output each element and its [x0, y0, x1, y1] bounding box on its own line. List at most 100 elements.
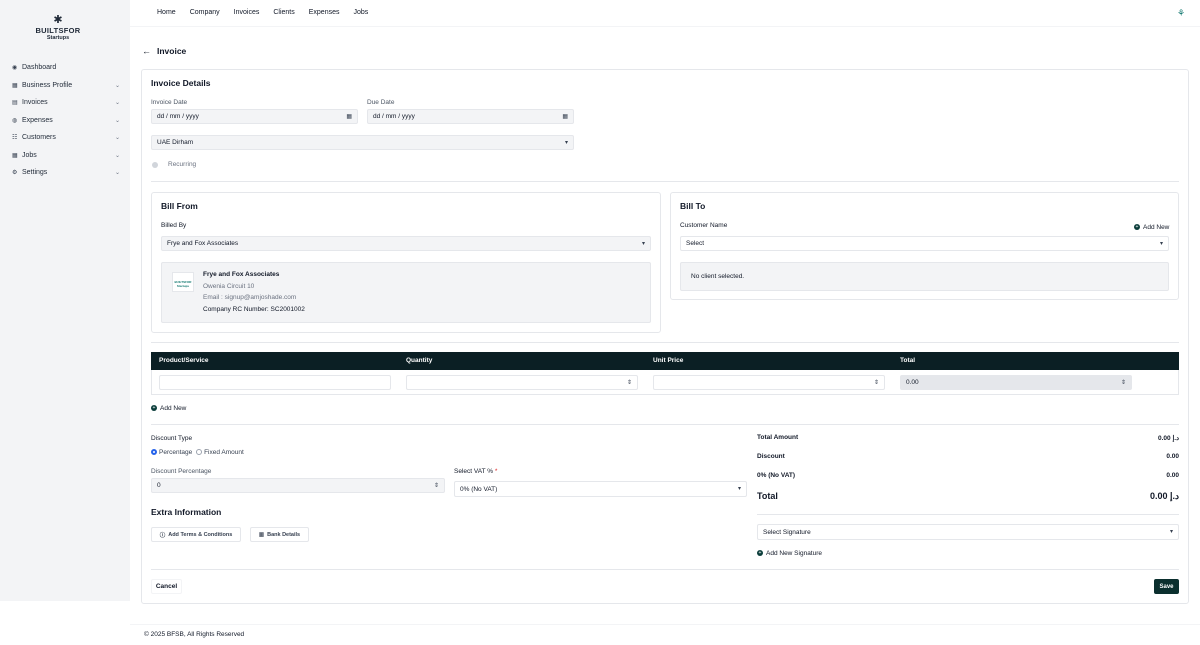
- bill-to-title: Bill To: [680, 201, 706, 211]
- brand-star-icon: ✱: [53, 14, 63, 26]
- bank-details-label: Bank Details: [267, 531, 301, 538]
- company-info-box: BUILTSFOR Startups Frye and Fox Associat…: [161, 262, 651, 323]
- vat-select[interactable]: 0% (No VAT) ▾: [454, 481, 747, 497]
- grand-total-value: 0.00 د.إ: [1149, 491, 1179, 501]
- sidebar-item-label: Jobs: [22, 151, 37, 159]
- grand-total-label: Total: [757, 491, 778, 501]
- radio-percentage-label: Percentage: [159, 449, 193, 456]
- required-marker: *: [494, 468, 498, 475]
- plus-circle-icon: +: [1134, 224, 1140, 231]
- invoice-date-input[interactable]: dd / mm / yyyy ▦: [151, 109, 358, 124]
- topnav-home[interactable]: Home: [157, 9, 176, 16]
- invoice-icon: ▤: [12, 100, 18, 107]
- brand-logo[interactable]: ✱ BUILTSFOR Startups: [0, 14, 116, 42]
- sidebar-nav: ◉ Dashboard ▦ Business Profile ⌄ ▤ Invoi…: [12, 59, 120, 182]
- bill-from-title: Bill From: [161, 201, 198, 211]
- cancel-button[interactable]: Cancel: [151, 579, 182, 594]
- vat-label: Select VAT % *: [454, 468, 497, 475]
- items-table-header: Product/Service Quantity Unit Price Tota…: [151, 352, 1179, 370]
- dashboard-icon: ◉: [12, 65, 18, 72]
- billed-by-select[interactable]: Frye and Fox Associates ▾: [161, 236, 651, 251]
- unit-price-input[interactable]: ⇕: [653, 375, 885, 390]
- vat-summary-value: 0.00: [1166, 472, 1179, 479]
- company-rc-number: Company RC Number: SC2001002: [203, 306, 305, 313]
- company-logo: BUILTSFOR Startups: [172, 272, 194, 292]
- gear-icon: ⚙: [12, 170, 18, 177]
- radio-fixed-amount[interactable]: [196, 449, 203, 456]
- topnav-invoices[interactable]: Invoices: [234, 9, 260, 16]
- divider: [151, 342, 1179, 343]
- sidebar-item-label: Settings: [22, 169, 48, 177]
- topnav-company[interactable]: Company: [190, 9, 220, 16]
- sidebar-item-settings[interactable]: ⚙ Settings ⌄: [12, 164, 120, 182]
- customer-select-value: Select: [686, 240, 705, 247]
- sidebar-item-invoices[interactable]: ▤ Invoices ⌄: [12, 94, 120, 112]
- vat-label-text: Select VAT %: [454, 468, 494, 475]
- stepper-icon: ⇕: [1120, 380, 1126, 386]
- sidebar-item-jobs[interactable]: ▦ Jobs ⌄: [12, 147, 120, 165]
- sidebar-item-label: Expenses: [22, 116, 53, 124]
- sidebar-item-label: Dashboard: [22, 64, 57, 72]
- total-amount-value: 0.00 د.إ: [1158, 435, 1179, 442]
- product-service-input[interactable]: [159, 375, 391, 390]
- user-avatar-logo-icon[interactable]: ⚘: [1175, 8, 1187, 18]
- customer-select[interactable]: Select ▾: [680, 236, 1169, 251]
- info-icon: ⓘ: [159, 532, 166, 539]
- footer-copyright: © 2025 BFSB, All Rights Reserved: [144, 631, 245, 638]
- due-date-input[interactable]: dd / mm / yyyy ▦: [367, 109, 574, 124]
- save-button[interactable]: Save: [1154, 579, 1179, 594]
- company-address: Owenia Circuit 10: [203, 283, 255, 290]
- radio-percentage[interactable]: [151, 449, 157, 456]
- customers-icon: ☷: [12, 135, 18, 142]
- caret-down-icon: ▾: [641, 241, 645, 247]
- topnav-clients[interactable]: Clients: [273, 9, 294, 16]
- caret-down-icon: ▾: [737, 486, 741, 492]
- currency-select[interactable]: UAE Dirham ▾: [151, 135, 574, 150]
- discount-type-radios: Percentage Fixed Amount: [151, 449, 244, 456]
- discount-percentage-value: 0: [157, 482, 161, 489]
- add-new-customer-button[interactable]: + Add New: [1134, 224, 1169, 231]
- sidebar-item-dashboard[interactable]: ◉ Dashboard: [12, 59, 120, 77]
- add-new-signature-button[interactable]: + Add New Signature: [757, 550, 822, 557]
- discount-summary-value: 0.00: [1166, 453, 1179, 460]
- sidebar-item-business-profile[interactable]: ▦ Business Profile ⌄: [12, 77, 120, 95]
- billed-by-label: Billed By: [161, 222, 187, 229]
- expense-icon: ◍: [12, 117, 18, 124]
- back-arrow-icon[interactable]: ←: [142, 46, 151, 56]
- stepper-icon[interactable]: ⇕: [874, 379, 879, 386]
- stepper-icon[interactable]: ⇕: [627, 379, 632, 386]
- total-amount-label: Total Amount: [757, 434, 799, 441]
- brand-tagline: Startups: [46, 35, 70, 41]
- topnav-jobs[interactable]: Jobs: [354, 9, 369, 16]
- page-title: Invoice: [157, 46, 187, 56]
- plus-circle-icon: +: [151, 405, 157, 412]
- add-terms-button[interactable]: ⓘ Add Terms & Conditions: [151, 527, 241, 542]
- invoice-date-value: dd / mm / yyyy: [157, 113, 199, 120]
- sidebar-item-label: Customers: [22, 134, 56, 142]
- bank-icon: ▥: [258, 531, 265, 538]
- no-client-message: No client selected.: [680, 262, 1169, 291]
- bank-details-button[interactable]: ▥ Bank Details: [250, 527, 309, 542]
- extra-information-title: Extra Information: [151, 507, 222, 517]
- sidebar-item-label: Business Profile: [22, 81, 73, 89]
- topnav-expenses[interactable]: Expenses: [309, 9, 340, 16]
- quantity-input[interactable]: ⇕: [406, 375, 638, 390]
- vat-select-value: 0% (No VAT): [460, 485, 498, 493]
- recurring-toggle[interactable]: [152, 162, 158, 168]
- signature-select[interactable]: Select Signature ▾: [757, 524, 1179, 540]
- sidebar-item-customers[interactable]: ☷ Customers ⌄: [12, 129, 120, 147]
- chevron-down-icon: ⌄: [114, 152, 120, 159]
- caret-down-icon: ▾: [1169, 529, 1173, 535]
- vat-summary-label: 0% (No VAT): [757, 472, 796, 479]
- divider: [151, 181, 1179, 182]
- sidebar-item-expenses[interactable]: ◍ Expenses ⌄: [12, 112, 120, 130]
- due-date-value: dd / mm / yyyy: [373, 113, 415, 120]
- signature-select-value: Select Signature: [763, 528, 811, 536]
- currency-value: UAE Dirham: [157, 139, 194, 146]
- discount-percentage-input[interactable]: 0 ⇕: [151, 478, 445, 493]
- add-new-signature-label: Add New Signature: [766, 550, 823, 557]
- add-new-item-button[interactable]: + Add New: [151, 405, 186, 412]
- brand-name: BUILTSFOR: [35, 26, 81, 35]
- top-divider: [130, 26, 1200, 27]
- stepper-icon[interactable]: ⇕: [434, 482, 439, 489]
